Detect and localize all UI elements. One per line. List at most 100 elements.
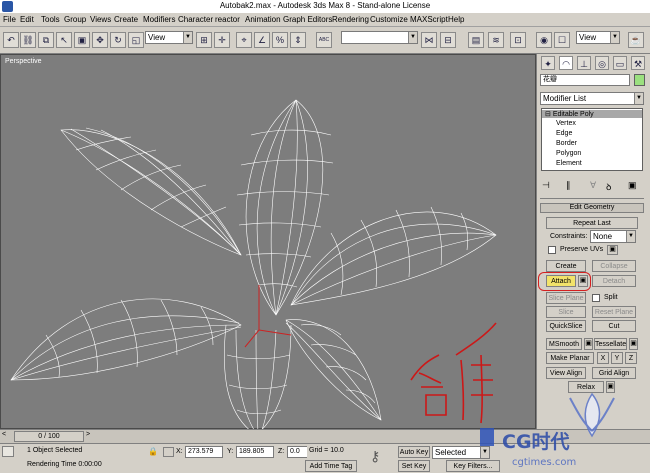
menu-modifiers[interactable]: Modifiers <box>143 15 175 24</box>
stack-item-element[interactable]: Element <box>556 160 582 167</box>
menu-maxscript[interactable]: MAXScript <box>410 15 448 24</box>
pin-stack-icon[interactable]: ⊣ <box>542 180 550 191</box>
perspective-viewport[interactable]: Perspective <box>0 54 536 430</box>
scale-icon[interactable]: ◱ <box>128 32 144 48</box>
key-icon[interactable]: ⚷ <box>370 448 380 465</box>
menu-create[interactable]: Create <box>114 15 138 24</box>
menu-character[interactable]: Character <box>178 15 213 24</box>
display-tab-icon[interactable]: ▭ <box>613 56 627 70</box>
select-object-icon[interactable]: ↖ <box>56 32 72 48</box>
absolute-mode-icon[interactable] <box>163 447 174 457</box>
named-selection-dropdown[interactable]: ▼ <box>341 31 418 44</box>
msmooth-button[interactable]: MSmooth <box>546 338 582 350</box>
menu-file[interactable]: File <box>3 15 16 24</box>
manipulate-icon[interactable]: ✛ <box>214 32 230 48</box>
snap-icon[interactable]: ⌖ <box>236 32 252 48</box>
quickslice-button[interactable]: QuickSlice <box>546 320 586 332</box>
slice-plane-button[interactable]: Slice Plane <box>546 292 586 304</box>
slider-left-arrow-icon[interactable]: < <box>2 431 12 441</box>
utilities-tab-icon[interactable]: ⚒ <box>631 56 645 70</box>
stack-item-editable-poly[interactable]: ⊟ Editable Poly <box>542 110 642 118</box>
set-key-button[interactable]: Set Key <box>398 460 430 472</box>
percent-snap-icon[interactable]: % <box>272 32 288 48</box>
add-time-tag-button[interactable]: Add Time Tag <box>305 460 357 472</box>
chevron-down-icon: ▼ <box>183 32 192 43</box>
stack-item-polygon[interactable]: Polygon <box>556 150 581 157</box>
rotate-icon[interactable]: ↻ <box>110 32 126 48</box>
hierarchy-tab-icon[interactable]: ⊥ <box>577 56 591 70</box>
menu-animation[interactable]: Animation <box>245 15 281 24</box>
render-view-dropdown[interactable]: View ▼ <box>576 31 620 44</box>
stack-item-vertex[interactable]: Vertex <box>556 120 576 127</box>
menu-views[interactable]: Views <box>90 15 111 24</box>
show-end-result-icon[interactable]: ∥ <box>566 180 571 191</box>
select-link-icon[interactable]: ⛓ <box>20 32 36 48</box>
auto-key-button[interactable]: Auto Key <box>398 446 430 458</box>
object-color-swatch[interactable] <box>634 74 645 86</box>
pivot-icon[interactable]: ⊞ <box>196 32 212 48</box>
render-scene-icon[interactable]: ☐ <box>554 32 570 48</box>
repeat-last-button[interactable]: Repeat Last <box>546 217 638 229</box>
undo-icon[interactable]: ↶ <box>3 32 19 48</box>
modifier-list-dropdown[interactable]: Modifier List ▼ <box>540 92 644 105</box>
spinner-snap-icon[interactable]: ⇕ <box>290 32 306 48</box>
constraints-dropdown[interactable]: None ▼ <box>590 230 636 243</box>
planar-y-button[interactable]: Y <box>611 352 623 364</box>
tessellate-button[interactable]: Tessellate <box>594 338 627 350</box>
menu-tools[interactable]: Tools <box>41 15 60 24</box>
menu-rendering[interactable]: Rendering <box>332 15 369 24</box>
stack-item-edge[interactable]: Edge <box>556 130 572 137</box>
remove-modifier-icon[interactable]: ꝺ <box>606 180 611 193</box>
stack-item-border[interactable]: Border <box>556 140 577 147</box>
lock-icon[interactable]: 🔒 <box>148 447 158 457</box>
make-planar-button[interactable]: Make Planar <box>546 352 594 364</box>
detach-button[interactable]: Detach <box>592 275 636 287</box>
msmooth-settings-icon[interactable]: ▣ <box>584 338 593 350</box>
menu-edit[interactable]: Edit <box>20 15 34 24</box>
planar-x-button[interactable]: X <box>597 352 609 364</box>
configure-sets-icon[interactable]: ▣ <box>628 180 637 191</box>
modifier-stack: ⊟ Editable Poly Vertex Edge Border Polyg… <box>541 108 643 171</box>
split-checkbox[interactable] <box>592 294 600 302</box>
quick-render-icon[interactable]: ☕ <box>628 32 644 48</box>
edit-geometry-rollout-title[interactable]: Edit Geometry <box>540 203 644 213</box>
tessellate-settings-icon[interactable]: ▣ <box>629 338 638 350</box>
menu-help[interactable]: Help <box>448 15 464 24</box>
create-button[interactable]: Create <box>546 260 586 272</box>
select-region-icon[interactable]: ▣ <box>74 32 90 48</box>
material-editor-icon[interactable]: ◉ <box>536 32 552 48</box>
slice-button[interactable]: Slice <box>546 306 586 318</box>
x-coordinate-field[interactable]: 273.579 <box>185 446 223 458</box>
menu-group[interactable]: Group <box>64 15 86 24</box>
make-unique-icon[interactable]: ∀ <box>590 180 596 191</box>
menu-reactor[interactable]: reactor <box>215 15 240 24</box>
modify-tab-icon[interactable]: ◠ <box>559 56 573 70</box>
create-tab-icon[interactable]: ✦ <box>541 56 555 70</box>
slider-right-arrow-icon[interactable]: > <box>86 431 96 441</box>
layer-manager-icon[interactable]: ▤ <box>468 32 484 48</box>
y-label: Y: <box>227 448 234 455</box>
motion-tab-icon[interactable]: ◎ <box>595 56 609 70</box>
edit-named-selection-icon[interactable]: ABC <box>316 32 332 48</box>
unlink-icon[interactable]: ⧉ <box>38 32 54 48</box>
preserve-uvs-settings-icon[interactable]: ▣ <box>607 245 618 255</box>
curve-editor-icon[interactable]: ≋ <box>488 32 504 48</box>
mirror-icon[interactable]: ⋈ <box>421 32 437 48</box>
collapse-button[interactable]: Collapse <box>592 260 636 272</box>
preserve-uvs-checkbox[interactable] <box>548 246 556 254</box>
angle-snap-icon[interactable]: ∠ <box>254 32 270 48</box>
planar-z-button[interactable]: Z <box>625 352 637 364</box>
ref-coord-dropdown[interactable]: View ▼ <box>145 31 193 44</box>
move-icon[interactable]: ✥ <box>92 32 108 48</box>
reset-plane-button[interactable]: Reset Plane <box>592 306 636 318</box>
maxscript-listener-icon[interactable] <box>2 446 14 457</box>
align-icon[interactable]: ⊟ <box>440 32 456 48</box>
cut-button[interactable]: Cut <box>592 320 636 332</box>
attach-highlight-ring <box>538 272 591 291</box>
menu-graph-editors[interactable]: Graph Editors <box>283 15 332 24</box>
y-coordinate-field[interactable]: 189.805 <box>236 446 274 458</box>
object-name-field[interactable]: 花瓣 <box>540 74 630 86</box>
schematic-view-icon[interactable]: ⊡ <box>510 32 526 48</box>
menu-customize[interactable]: Customize <box>370 15 408 24</box>
time-slider-thumb[interactable]: 0 / 100 <box>14 431 84 442</box>
